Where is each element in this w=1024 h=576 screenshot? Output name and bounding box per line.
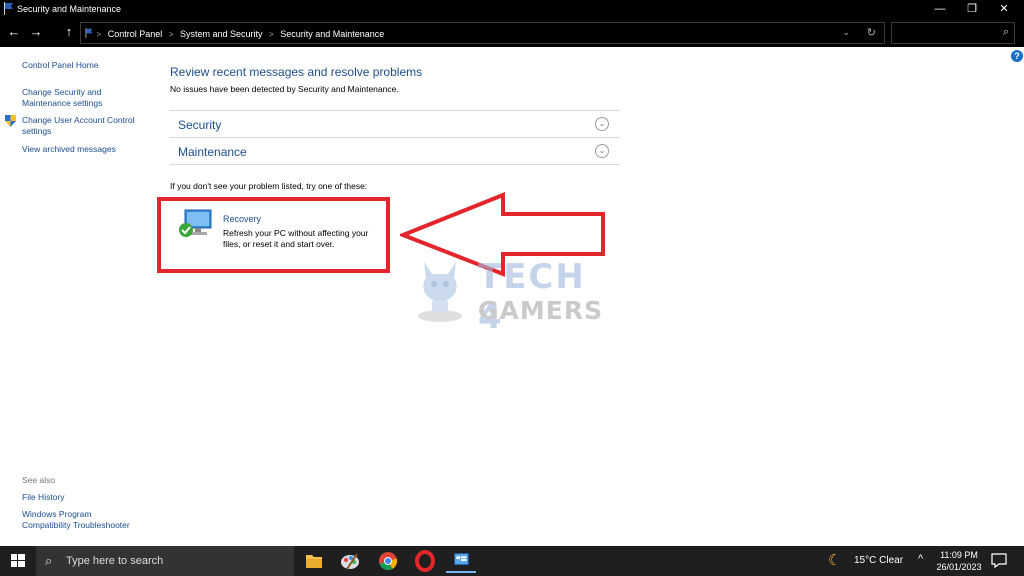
watermark-logo: TECH 4 GAMERS — [410, 252, 620, 337]
chevron-down-icon[interactable]: ⌄ — [842, 27, 850, 38]
see-also-label: See also — [22, 475, 56, 485]
file-explorer-icon[interactable] — [299, 549, 329, 573]
mascot-icon — [418, 262, 462, 322]
forward-button[interactable]: → — [28, 24, 44, 40]
address-bar-row: ← → ↑ > Control Panel > System and Secur… — [0, 18, 1024, 47]
page-title: Review recent messages and resolve probl… — [170, 65, 423, 79]
tray-overflow-icon[interactable]: ^ — [918, 553, 923, 565]
clock[interactable]: 11:09 PM 26/01/2023 — [934, 549, 984, 573]
refresh-icon[interactable]: ↻ — [867, 26, 876, 39]
restore-button[interactable]: ❐ — [956, 0, 988, 18]
sidebar: Control Panel Home Change Security and M… — [0, 47, 150, 547]
breadcrumb-separator[interactable]: > — [269, 30, 274, 39]
security-section-header[interactable]: Security — [178, 118, 221, 132]
change-security-settings-link[interactable]: Change Security and Maintenance settings — [22, 87, 102, 109]
view-archived-messages-link[interactable]: View archived messages — [22, 144, 116, 155]
control-panel-icon[interactable] — [446, 549, 476, 573]
clock-date: 26/01/2023 — [936, 562, 982, 572]
paint-icon[interactable] — [335, 549, 365, 573]
file-history-link[interactable]: File History — [22, 492, 65, 503]
opera-icon[interactable] — [410, 549, 440, 573]
minimize-button[interactable]: — — [924, 0, 956, 18]
chevron-down-icon[interactable]: ⌄ — [595, 144, 609, 158]
divider — [170, 110, 620, 111]
address-field[interactable]: > Control Panel > System and Security > … — [80, 22, 885, 44]
compatibility-troubleshooter-link[interactable]: Windows Program Compatibility Troublesho… — [22, 509, 130, 531]
notification-icon[interactable] — [990, 552, 1008, 568]
weather-widget[interactable]: ☾ 15°C Clear — [828, 551, 918, 571]
security-flag-icon — [4, 2, 13, 15]
status-message: No issues have been detected by Security… — [170, 84, 399, 94]
moon-icon: ☾ — [828, 552, 842, 569]
breadcrumb-separator[interactable]: > — [169, 30, 174, 39]
windows-start-icon[interactable] — [0, 546, 36, 576]
search-icon: ⌕ — [45, 553, 53, 568]
chevron-down-icon[interactable]: ⌄ — [595, 117, 609, 131]
up-button[interactable]: ↑ — [61, 24, 77, 40]
divider — [170, 137, 620, 138]
watermark-line-2: GAMERS — [478, 296, 604, 325]
taskbar-search-input[interactable]: ⌕ Type here to search — [36, 546, 294, 576]
title-bar: Security and Maintenance — ❐ ✕ — [0, 0, 1024, 18]
window-title: Security and Maintenance — [17, 4, 122, 14]
search-input[interactable]: ⌕ — [891, 22, 1015, 44]
weather-text: 15°C Clear — [854, 555, 904, 566]
divider — [170, 164, 620, 165]
taskbar: ⌕ Type here to search ☾ 15°C Clear ^ 11:… — [0, 546, 1024, 576]
suggestion-text: If you don't see your problem listed, tr… — [170, 181, 368, 191]
recovery-icon[interactable] — [177, 208, 213, 242]
control-panel-home-link[interactable]: Control Panel Home — [22, 60, 99, 71]
breadcrumb: > Control Panel > System and Security > … — [84, 28, 388, 39]
search-icon[interactable]: ⌕ — [1003, 26, 1009, 39]
recovery-link[interactable]: Recovery — [223, 214, 261, 224]
shield-icon — [5, 115, 16, 127]
taskbar-search-placeholder: Type here to search — [66, 555, 164, 567]
breadcrumb-separator: > — [96, 30, 102, 39]
recovery-description: Refresh your PC without affecting your f… — [223, 228, 369, 249]
breadcrumb-security-and-maintenance[interactable]: Security and Maintenance — [280, 29, 384, 39]
breadcrumb-control-panel[interactable]: Control Panel — [108, 29, 163, 39]
close-button[interactable]: ✕ — [988, 0, 1020, 18]
maintenance-section-header[interactable]: Maintenance — [178, 145, 247, 159]
security-flag-icon — [85, 28, 93, 38]
breadcrumb-system-and-security[interactable]: System and Security — [180, 29, 263, 39]
help-icon[interactable]: ? — [1011, 50, 1023, 62]
clock-time: 11:09 PM — [940, 550, 978, 560]
back-button[interactable]: ← — [6, 24, 22, 40]
chrome-icon[interactable] — [373, 549, 403, 573]
change-uac-settings-link[interactable]: Change User Account Control settings — [22, 115, 134, 137]
